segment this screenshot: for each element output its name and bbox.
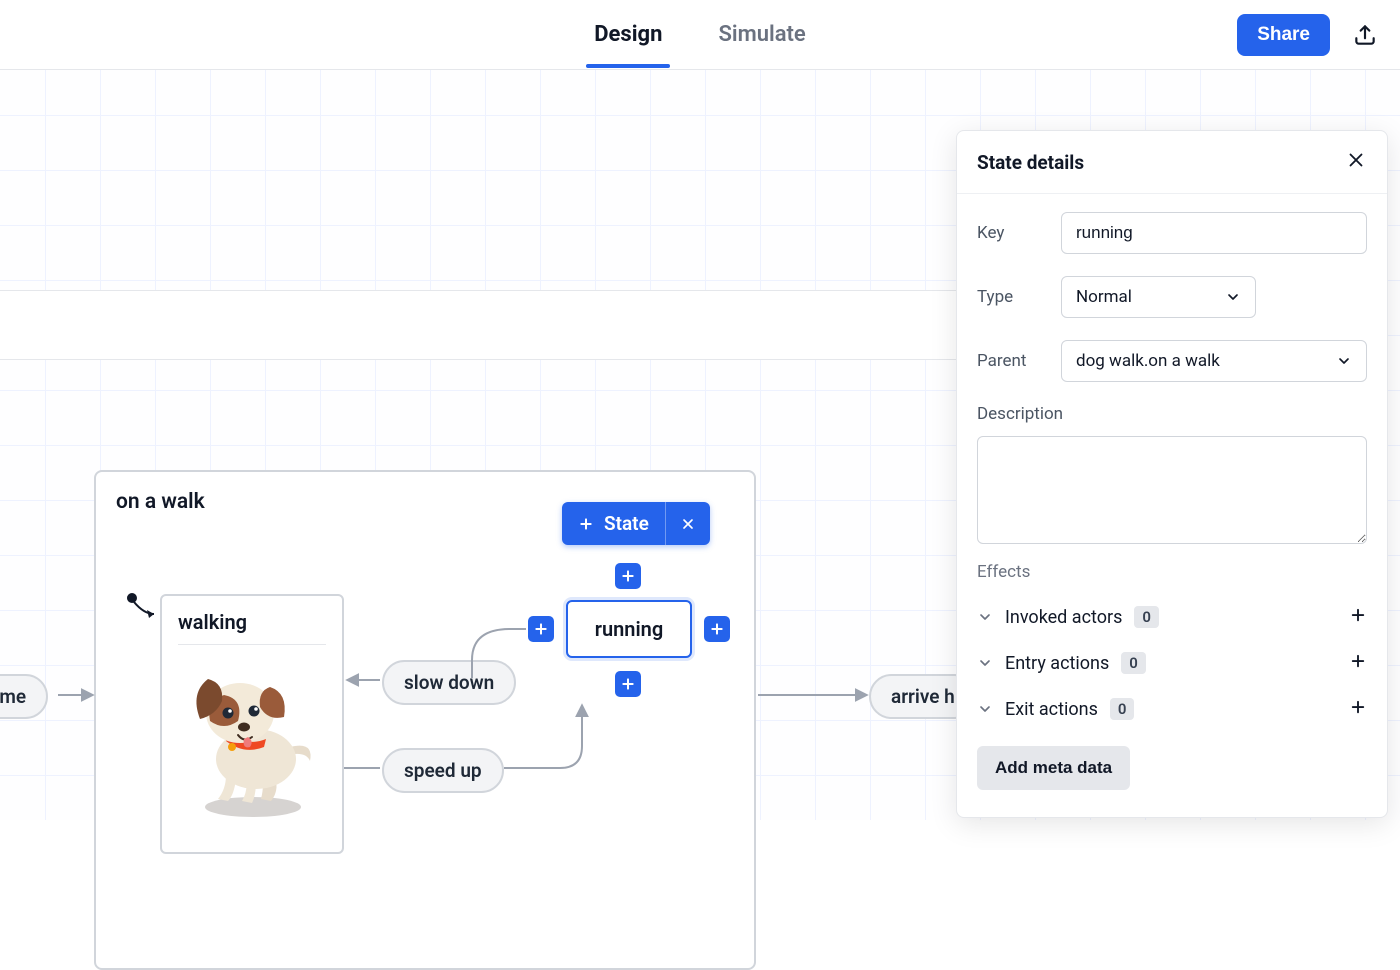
- label-key: Key: [977, 223, 1061, 243]
- row-type: Type Normal: [977, 276, 1367, 318]
- row-parent: Parent dog walk.on a walk: [977, 340, 1367, 382]
- inspector-close-button[interactable]: [1345, 149, 1367, 175]
- effect-exit-actions-label: Exit actions: [1005, 699, 1098, 720]
- key-input[interactable]: [1061, 212, 1367, 254]
- add-meta-data-button[interactable]: Add meta data: [977, 746, 1130, 790]
- inspector-title: State details: [977, 151, 1084, 174]
- inspector-panel: State details Key Type Normal Parent: [956, 130, 1388, 818]
- row-key: Key: [977, 212, 1367, 254]
- description-textarea[interactable]: [977, 436, 1367, 544]
- transition-leave-home[interactable]: home: [0, 674, 48, 719]
- chevron-down-icon[interactable]: [977, 701, 993, 717]
- state-walking[interactable]: walking: [160, 594, 344, 854]
- add-entry-action-button[interactable]: [1349, 652, 1367, 674]
- top-tabs: Design Simulate: [586, 2, 814, 67]
- chevron-down-icon[interactable]: [977, 609, 993, 625]
- type-select[interactable]: Normal: [1061, 276, 1256, 318]
- effect-invoked-actors: Invoked actors 0: [977, 594, 1367, 640]
- plus-icon: [1349, 652, 1367, 670]
- add-state-pill: State: [562, 502, 710, 545]
- label-description: Description: [977, 404, 1367, 424]
- type-select-value: Normal: [1076, 287, 1132, 307]
- effect-exit-actions: Exit actions 0: [977, 686, 1367, 732]
- label-parent: Parent: [977, 351, 1061, 371]
- transition-speed-up[interactable]: speed up: [382, 748, 504, 793]
- inspector-header: State details: [957, 131, 1387, 194]
- add-state-label: State: [604, 512, 649, 535]
- add-invoked-actor-button[interactable]: [1349, 606, 1367, 628]
- tab-simulate[interactable]: Simulate: [710, 2, 813, 67]
- upper-container-edge: [0, 290, 1060, 360]
- state-running-title: running: [595, 617, 663, 641]
- add-state-close[interactable]: [665, 502, 710, 545]
- transition-slow-down[interactable]: slow down: [382, 660, 516, 705]
- chevron-down-icon: [1336, 353, 1352, 369]
- effect-exit-actions-count: 0: [1110, 698, 1135, 720]
- parent-select-value: dog walk.on a walk: [1076, 351, 1220, 371]
- plus-icon: [1349, 606, 1367, 624]
- effect-entry-actions-count: 0: [1121, 652, 1146, 674]
- add-exit-action-button[interactable]: [1349, 698, 1367, 720]
- topbar-right: Share: [1237, 14, 1378, 56]
- chevron-down-icon[interactable]: [977, 655, 993, 671]
- close-icon: [1345, 149, 1367, 171]
- plus-icon: [1349, 698, 1367, 716]
- effect-invoked-actors-label: Invoked actors: [1005, 607, 1122, 628]
- label-effects: Effects: [977, 562, 1367, 582]
- export-icon[interactable]: [1352, 22, 1378, 48]
- initial-state-marker: [126, 592, 160, 624]
- state-running[interactable]: running: [566, 600, 692, 658]
- state-walking-title: walking: [178, 610, 326, 645]
- effect-invoked-actors-count: 0: [1134, 606, 1159, 628]
- parent-select[interactable]: dog walk.on a walk: [1061, 340, 1367, 382]
- effect-entry-actions-label: Entry actions: [1005, 653, 1109, 674]
- label-type: Type: [977, 287, 1061, 307]
- close-icon: [680, 516, 696, 532]
- topbar: Design Simulate Share: [0, 0, 1400, 70]
- add-transition-top[interactable]: [615, 563, 641, 589]
- inspector-body: Key Type Normal Parent dog walk.on a wal…: [957, 194, 1387, 808]
- dog-illustration: [178, 651, 328, 821]
- tab-design[interactable]: Design: [586, 2, 670, 67]
- chevron-down-icon: [1225, 289, 1241, 305]
- share-button[interactable]: Share: [1237, 14, 1330, 56]
- add-state-button[interactable]: State: [562, 502, 665, 545]
- add-transition-left[interactable]: [528, 616, 554, 642]
- add-transition-right[interactable]: [704, 616, 730, 642]
- plus-icon: [578, 516, 594, 532]
- effect-entry-actions: Entry actions 0: [977, 640, 1367, 686]
- add-transition-bottom[interactable]: [615, 671, 641, 697]
